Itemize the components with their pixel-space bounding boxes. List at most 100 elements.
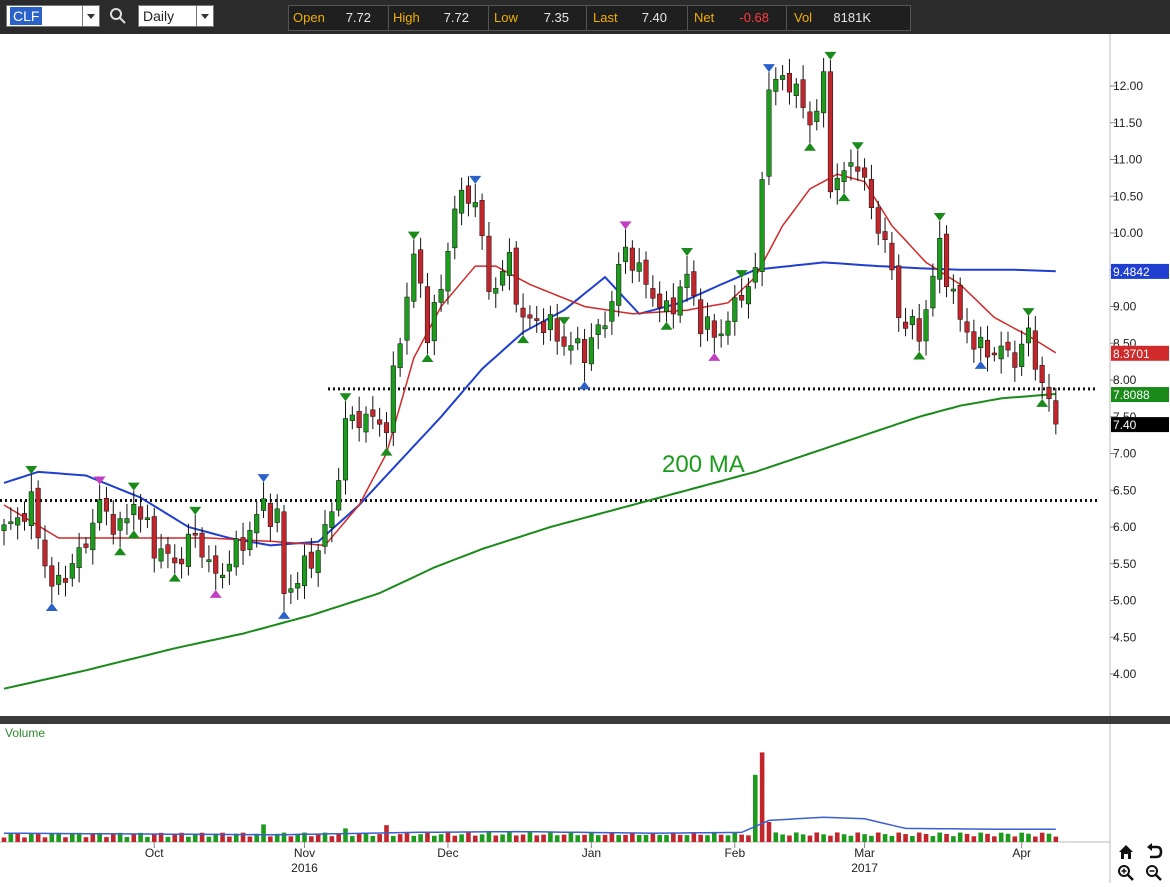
- volume-bar: [616, 835, 621, 842]
- volume-bar: [937, 832, 943, 842]
- candle-body: [786, 73, 793, 93]
- price-tick-label: 10.50: [1113, 189, 1143, 203]
- volume-bar: [595, 835, 601, 842]
- volume-bar: [145, 836, 150, 842]
- volume-bar: [814, 832, 820, 842]
- candle-body: [752, 267, 758, 283]
- candle-body: [49, 565, 55, 587]
- date-tick-label: Oct: [145, 846, 164, 860]
- volume-bar: [206, 836, 212, 842]
- candle-body: [199, 532, 205, 558]
- candle-body: [889, 242, 895, 271]
- price-chart[interactable]: 4.004.505.005.506.006.507.007.508.008.50…: [0, 34, 1170, 716]
- candle-body: [424, 286, 431, 344]
- candle: [827, 63, 833, 199]
- candle-body: [62, 578, 69, 583]
- price-tick-label: 11.00: [1113, 153, 1142, 167]
- volume-bar: [903, 834, 908, 842]
- volume-bar: [916, 832, 922, 842]
- symbol-input[interactable]: CLF: [6, 5, 84, 27]
- symbol-dropdown-icon[interactable]: [82, 5, 100, 27]
- candle-body: [138, 506, 144, 520]
- volume-bar: [848, 835, 854, 842]
- date-axis: Oct Nov2016 Dec Jan Feb Mar2017 Apr: [145, 842, 1031, 875]
- volume-bar: [288, 836, 294, 842]
- candle-body: [725, 320, 731, 336]
- pane-divider[interactable]: [0, 716, 1170, 724]
- candle-body: [971, 331, 977, 350]
- candle-body: [821, 71, 827, 114]
- volume-bar: [875, 832, 881, 842]
- period-select[interactable]: Daily: [138, 5, 198, 27]
- volume-bar: [520, 834, 526, 842]
- volume-bar: [746, 835, 751, 842]
- period-value: Daily: [143, 8, 175, 24]
- candle-body: [103, 497, 110, 512]
- price-tick-label: 12.00: [1113, 79, 1143, 93]
- candle-body: [718, 333, 724, 337]
- candle-body: [1005, 341, 1011, 351]
- price-label-value: 7.8088: [1113, 388, 1150, 402]
- candle-body: [260, 498, 267, 511]
- candle-body: [185, 533, 191, 567]
- volume-bar: [63, 837, 68, 842]
- volume-average: [4, 816, 1056, 836]
- date-tick-label: Jan: [582, 846, 601, 860]
- volume-bar: [391, 835, 396, 842]
- candle-body: [903, 321, 909, 329]
- date-tick-label: Nov: [294, 846, 315, 860]
- candle-body: [240, 537, 246, 551]
- volume-bar: [623, 834, 628, 842]
- reset-icon[interactable]: [1145, 843, 1163, 866]
- price-tick-label: 9.00: [1113, 300, 1137, 314]
- volume-bar: [459, 834, 464, 842]
- candle-body: [684, 273, 690, 288]
- home-icon[interactable]: [1117, 843, 1135, 866]
- candle: [513, 241, 519, 313]
- candle-body: [923, 309, 929, 342]
- candle-body: [83, 543, 89, 548]
- candle: [759, 171, 765, 287]
- candle-body: [397, 343, 403, 369]
- price-tick-label: 8.00: [1113, 373, 1137, 387]
- volume-chart[interactable]: 50000K100000K OctNov2016DecJanFebMar2017…: [0, 724, 1170, 883]
- price-tick-label: 11.50: [1113, 116, 1142, 130]
- candle-body: [295, 583, 301, 589]
- candle-body: [513, 247, 519, 305]
- volume-bar: [90, 833, 96, 842]
- volume-bar: [964, 833, 970, 842]
- volume-bar: [766, 822, 772, 842]
- candle-body: [643, 259, 649, 285]
- candle-body: [827, 71, 833, 193]
- zoom-out-icon[interactable]: [1145, 864, 1163, 887]
- volume-bar: [56, 832, 61, 842]
- candle-body: [322, 524, 328, 547]
- candle-body: [452, 208, 458, 249]
- candle-body: [588, 337, 594, 365]
- volume-bar: [22, 837, 27, 842]
- candle-body: [875, 207, 881, 234]
- candle-body: [247, 530, 253, 550]
- candle-body: [1046, 386, 1052, 400]
- volume-bar: [472, 835, 478, 842]
- volume-bar: [261, 824, 266, 842]
- volume-bar: [561, 834, 567, 842]
- volume-bar: [793, 832, 799, 842]
- candle-body: [1053, 400, 1059, 425]
- period-dropdown-icon[interactable]: [196, 5, 214, 27]
- volume-bar: [705, 835, 710, 842]
- volume-bar: [404, 832, 410, 842]
- volume-bar: [807, 835, 813, 842]
- volume-bar: [944, 833, 949, 842]
- search-icon[interactable]: [108, 6, 128, 26]
- volume-bar: [165, 836, 171, 842]
- candle-body: [233, 538, 239, 568]
- volume-bar: [124, 837, 130, 842]
- volume-bar: [582, 834, 587, 842]
- candle-body: [336, 480, 342, 511]
- candle-body: [301, 555, 308, 587]
- volume-bar: [445, 832, 451, 842]
- candle-body: [465, 185, 471, 204]
- candle-body: [356, 411, 362, 428]
- zoom-in-icon[interactable]: [1117, 864, 1135, 887]
